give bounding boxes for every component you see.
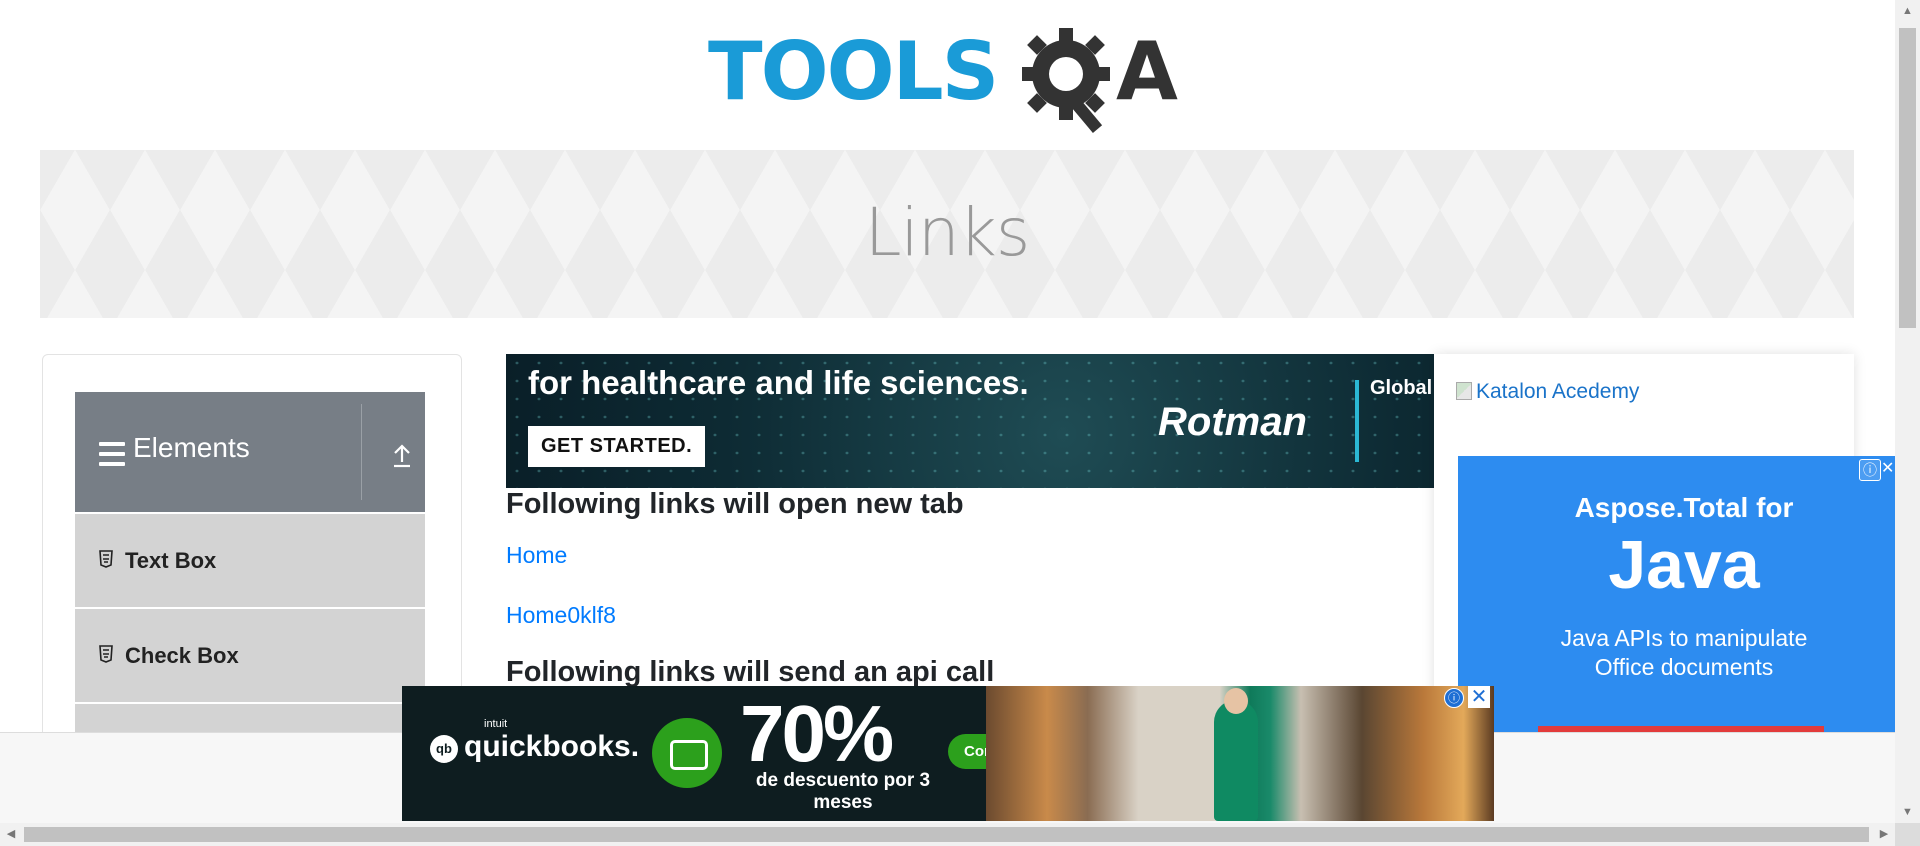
- katalon-ad-link[interactable]: Katalon Acedemy: [1456, 380, 1639, 404]
- menu-icon: [99, 442, 125, 466]
- ad-brand: Rotman: [1158, 400, 1307, 444]
- heading-new-tab: Following links will open new tab: [506, 488, 964, 520]
- ad-side-text: Global Execu for He the Lif: [1370, 377, 1434, 399]
- page-title: Links: [864, 194, 1031, 271]
- woman-head: [1224, 688, 1248, 714]
- sidebar-group-elements[interactable]: Elements: [75, 392, 425, 512]
- logo-text: TOOLS: [708, 25, 999, 118]
- ad-close-icon[interactable]: ✕: [1881, 459, 1895, 479]
- ad-cta-button[interactable]: GET STARTED.: [528, 426, 706, 467]
- html5-icon: [99, 645, 113, 663]
- aspose-desc-line2: Office documents: [1594, 654, 1774, 680]
- vertical-scroll-thumb[interactable]: [1899, 28, 1916, 328]
- page: TOOLS A Links Elements Text Box Check Bo…: [0, 0, 1895, 823]
- scroll-left-arrow-icon[interactable]: ◀: [0, 823, 22, 846]
- home-link[interactable]: Home: [506, 542, 567, 569]
- horizontal-scroll-thumb[interactable]: [24, 827, 1869, 842]
- qb-mark-icon: qb: [430, 735, 458, 763]
- logo-tail: A: [1116, 25, 1178, 118]
- quickbooks-wordmark: quickbooks.: [464, 730, 640, 763]
- scroll-right-arrow-icon[interactable]: ▶: [1873, 823, 1895, 846]
- aspose-title: Aspose.Total for: [1574, 492, 1794, 523]
- vertical-scrollbar[interactable]: ▲ ▼: [1895, 0, 1920, 823]
- toolsqa-logo[interactable]: TOOLS A: [708, 22, 1193, 137]
- upload-icon[interactable]: [391, 442, 413, 468]
- header-divider: [361, 404, 362, 500]
- intuit-label: intuit: [484, 718, 508, 730]
- dynamic-home-link[interactable]: Home0klf8: [506, 602, 616, 629]
- discount-subtext: de descuento por 3 meses: [755, 770, 931, 813]
- ad-info-icon[interactable]: ⓘ: [1444, 688, 1464, 708]
- scroll-up-arrow-icon[interactable]: ▲: [1895, 0, 1920, 22]
- ad-close-icon[interactable]: ✕: [1468, 686, 1490, 708]
- gear-icon: [1022, 28, 1110, 133]
- page-banner: Links: [40, 150, 1854, 318]
- aspose-desc: Java APIs to manipulate Office documents: [1458, 624, 1895, 682]
- sidebar-item-text-box[interactable]: Text Box: [75, 513, 425, 607]
- html5-icon: [99, 550, 113, 568]
- discount-icon: [652, 718, 722, 788]
- rotman-ad[interactable]: for healthcare and life sciences. GET ST…: [506, 354, 1434, 488]
- scrollbar-corner: [1895, 823, 1920, 846]
- aspose-java: Java: [1608, 527, 1760, 603]
- ad-photo: [986, 686, 1494, 821]
- ad-headline: for healthcare and life sciences.: [528, 364, 1029, 401]
- quickbooks-ad[interactable]: intuit qb quickbooks. 70% de descuento po…: [402, 686, 1494, 821]
- broken-image-icon: [1456, 382, 1472, 400]
- sidebar-group-title: Elements: [133, 432, 250, 463]
- heading-api-call: Following links will send an api call: [506, 656, 995, 688]
- discount-percent: 70%: [740, 689, 894, 778]
- woman-figure: [1214, 700, 1258, 821]
- ad-info-icon[interactable]: ⓘ: [1859, 459, 1881, 481]
- katalon-alt-text: Katalon Acedemy: [1476, 380, 1640, 403]
- quickbooks-logo: intuit qb quickbooks.: [430, 718, 640, 764]
- horizontal-scrollbar[interactable]: ◀ ▶: [0, 823, 1895, 846]
- sidebar-item-label: Text Box: [125, 548, 217, 573]
- sidebar-item-check-box[interactable]: Check Box: [75, 608, 425, 702]
- ad-separator: [1355, 380, 1359, 462]
- sidebar-item-label: Check Box: [125, 643, 239, 668]
- scroll-down-arrow-icon[interactable]: ▼: [1895, 801, 1920, 823]
- aspose-desc-line1: Java APIs to manipulate: [1560, 625, 1808, 651]
